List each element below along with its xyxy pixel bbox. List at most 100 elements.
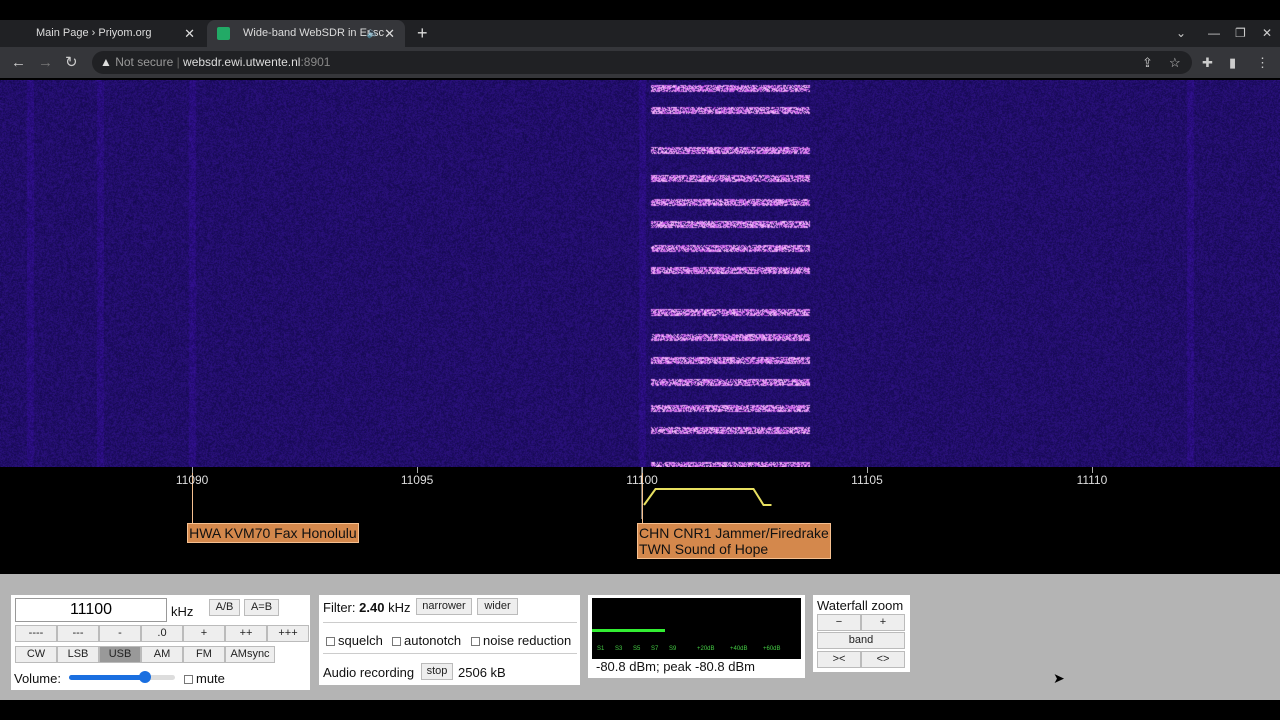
noise-reduction-checkbox[interactable]: noise reduction	[471, 633, 571, 648]
star-icon[interactable]: ☆	[1169, 47, 1181, 78]
mode-button[interactable]: AM	[141, 646, 183, 663]
security-label[interactable]: Not secure	[115, 55, 173, 69]
share-icon[interactable]: ⇪	[1142, 47, 1153, 78]
scale-tick-label: 11105	[851, 473, 883, 487]
tune-step-button[interactable]: -	[99, 625, 141, 642]
forward-icon[interactable]: →	[38, 47, 53, 78]
smeter-scale-label: S7	[651, 646, 659, 652]
station-label[interactable]: HWA KVM70 Fax Honolulu	[187, 523, 359, 543]
mute-checkbox[interactable]: mute	[184, 671, 225, 686]
smeter-scale-label: S9	[669, 646, 677, 652]
tune-step-button[interactable]: ++	[225, 625, 267, 642]
new-tab-button[interactable]: +	[417, 20, 428, 47]
close-icon[interactable]: ✕	[184, 20, 195, 47]
tab-websdr[interactable]: Wide-band WebSDR in Ensc 🔈 ✕	[207, 20, 405, 47]
wider-button[interactable]: wider	[477, 598, 518, 615]
tab-title: Wide-band WebSDR in Ensc	[243, 27, 385, 39]
smeter-scale-label: +40dB	[730, 646, 748, 652]
mode-button[interactable]: USB	[99, 646, 141, 663]
address-bar: ← → ↻ ▲ Not secure | websdr.ewi.utwente.…	[0, 47, 1280, 78]
tune-step-button[interactable]: ----	[15, 625, 57, 642]
filter-readout: Filter: 2.40 kHz	[323, 600, 410, 615]
waterfall-zoom-panel: Waterfall zoom − + band >< <>	[813, 595, 910, 672]
tune-step-button[interactable]: ---	[57, 625, 99, 642]
smeter-scale-label: S3	[615, 646, 623, 652]
divider	[323, 622, 577, 623]
warning-icon: ▲	[100, 55, 116, 69]
mouse-cursor-icon: ➤	[1053, 670, 1065, 686]
minimize-icon[interactable]: —	[1208, 20, 1220, 47]
frequency-input[interactable]: 11100	[15, 598, 167, 622]
freq-unit: kHz	[171, 604, 194, 619]
mute-label: mute	[196, 671, 225, 686]
speaker-icon[interactable]: 🔈	[367, 20, 379, 47]
narrower-button[interactable]: narrower	[416, 598, 472, 615]
mode-button[interactable]: LSB	[57, 646, 99, 663]
a-equals-b-button[interactable]: A=B	[244, 599, 279, 616]
squelch-label: squelch	[338, 633, 383, 648]
close-icon[interactable]: ✕	[384, 20, 395, 47]
signal-strength-readout: -80.8 dBm; peak -80.8 dBm	[596, 659, 755, 674]
tab-priyom[interactable]: Main Page › Priyom.org ✕	[0, 20, 205, 47]
smeter-scale-label: S1	[597, 646, 605, 652]
station-label-line: TWN Sound of Hope	[639, 541, 769, 557]
frequency-panel: 11100 kHz A/B A=B ---- --- - .0 + ++ +++ CW LSB U…	[11, 595, 310, 690]
tune-step-button[interactable]: +	[183, 625, 225, 642]
scale-tick-label: 11095	[400, 473, 434, 487]
filter-label: Filter:	[323, 600, 356, 615]
url-input[interactable]: ▲ Not secure | websdr.ewi.utwente.nl:890…	[92, 51, 1192, 74]
zoom-band-button[interactable]: band	[817, 632, 905, 649]
tune-step-button[interactable]: +++	[267, 625, 309, 642]
zoom-out-button[interactable]: −	[817, 614, 861, 631]
extensions-icon[interactable]: ✚	[1202, 47, 1213, 78]
zoom-wide-button[interactable]: <>	[861, 651, 905, 668]
websdr-favicon-icon	[217, 27, 230, 40]
close-window-icon[interactable]: ✕	[1262, 20, 1272, 47]
station-label[interactable]: CHN CNR1 Jammer/Firedrake TWN Sound of Ho…	[637, 523, 831, 559]
stop-recording-button[interactable]: stop	[421, 663, 453, 680]
tab-title: Main Page › Priyom.org	[36, 27, 152, 39]
audio-recording-label: Audio recording	[323, 665, 415, 680]
zoom-narrow-button[interactable]: ><	[817, 651, 861, 668]
back-icon[interactable]: ←	[11, 47, 26, 78]
ab-button[interactable]: A/B	[209, 599, 240, 616]
scale-tick-label: 11090	[175, 473, 209, 487]
filter-value: 2.40	[359, 600, 385, 615]
autonotch-label: autonotch	[404, 633, 462, 648]
sidepanel-icon[interactable]: ▮	[1229, 47, 1236, 78]
restore-icon[interactable]: ❐	[1235, 20, 1246, 47]
filter-panel: Filter: 2.40 kHz narrower wider squelch …	[319, 595, 580, 685]
mode-button[interactable]: CW	[15, 646, 57, 663]
signal-level-bar	[592, 629, 666, 632]
smeter-scale-label: +60dB	[763, 646, 781, 652]
url-port: :8901	[300, 55, 331, 69]
smeter-display: S1 S3 S5 S7 S9 +20dB +40dB +60dB	[592, 598, 801, 659]
control-area: 11100 kHz A/B A=B ---- --- - .0 + ++ +++ CW LSB U…	[0, 574, 1280, 700]
scale-tick-label: 11100	[626, 473, 658, 487]
divider	[323, 653, 577, 654]
passband-shape	[643, 488, 772, 506]
menu-icon[interactable]: ⋮	[1256, 47, 1269, 78]
waterfall-zoom-title: Waterfall zoom	[817, 598, 904, 613]
chevron-down-icon[interactable]: ⌄	[1176, 20, 1186, 47]
mode-button[interactable]: AMsync	[225, 646, 275, 663]
zoom-in-button[interactable]: +	[861, 614, 905, 631]
mode-button[interactable]: FM	[183, 646, 225, 663]
url-host: websdr.ewi.utwente.nl	[183, 55, 301, 69]
recording-size: 2506 kB	[458, 665, 506, 680]
station-label-line: CHN CNR1 Jammer/Firedrake	[639, 525, 829, 541]
smeter-scale-label: S5	[633, 646, 641, 652]
waterfall-display[interactable]	[0, 80, 1280, 467]
autonotch-checkbox[interactable]: autonotch	[392, 633, 461, 648]
volume-slider[interactable]	[69, 671, 175, 683]
filter-unit: kHz	[388, 600, 411, 615]
tune-step-button[interactable]: .0	[141, 625, 183, 642]
tab-bar: Main Page › Priyom.org ✕ Wide-band WebSD…	[0, 20, 1280, 47]
noise-reduction-label: noise reduction	[483, 633, 572, 648]
station-label-line: HWA KVM70 Fax Honolulu	[189, 525, 357, 541]
squelch-checkbox[interactable]: squelch	[326, 633, 383, 648]
frequency-scale[interactable]: HWA KVM70 Fax Honolulu CHN CNR1 Jammer/Fi…	[0, 467, 1280, 572]
reload-icon[interactable]: ↻	[65, 47, 78, 78]
smeter-panel: S1 S3 S5 S7 S9 +20dB +40dB +60dB -80.8 dBm; pea…	[588, 595, 805, 678]
volume-label: Volume:	[14, 671, 61, 686]
